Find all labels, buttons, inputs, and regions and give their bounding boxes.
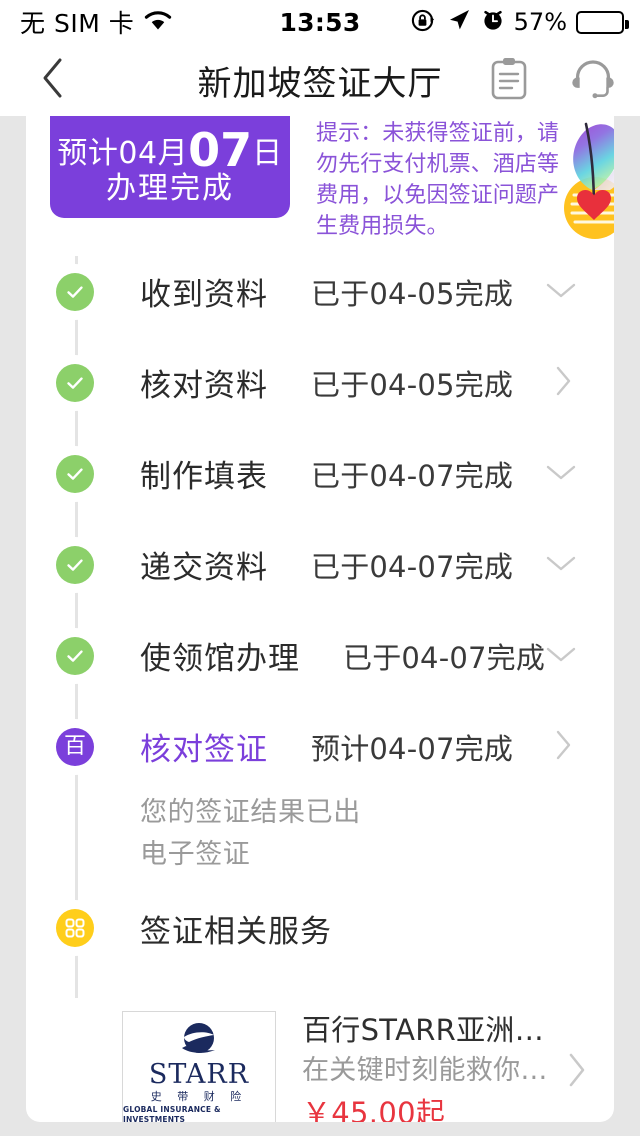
chevron-down-icon[interactable] <box>544 461 578 487</box>
step-status: 已于04-05完成 <box>311 367 514 402</box>
step-marker <box>52 450 98 497</box>
status-bar-right: 57% <box>410 7 629 38</box>
eta-prefix: 预计04月 <box>57 136 189 171</box>
check-circle-icon <box>56 636 94 675</box>
check-circle-icon <box>56 272 94 311</box>
bai-badge-label: 百 <box>63 733 86 759</box>
timeline-step[interactable]: 制作填表 已于04-07完成 <box>26 428 614 519</box>
check-circle-icon <box>56 454 94 493</box>
current-step-note: 您的签证结果已出 电子签证 <box>26 792 614 876</box>
step-status: 预计04-07完成 <box>311 731 514 766</box>
chevron-down-icon[interactable] <box>544 279 578 305</box>
eta-day: 07 <box>188 123 253 177</box>
step-marker <box>52 541 98 588</box>
timeline-step[interactable]: 核对资料 已于04-05完成 <box>26 337 614 428</box>
step-marker <box>52 359 98 406</box>
rotation-lock-icon <box>410 7 437 38</box>
product-price: ￥45.00起 <box>302 1096 446 1122</box>
status-banner: 预计04月07日 办理完成 提示：未获得签证前，请勿先行支付机票、酒店等费用，以… <box>26 116 614 246</box>
nav-bar: 新加坡签证大厅 <box>0 44 640 116</box>
bai-badge-icon: 百 <box>56 727 94 766</box>
grid-four-icon <box>56 909 94 947</box>
product-logo: STARR 史 带 财 险 GLOBAL INSURANCE & INVESTM… <box>122 1011 276 1122</box>
product-logo-word: STARR <box>148 1058 250 1090</box>
battery-percent-label: 57% <box>513 8 567 36</box>
product-card[interactable]: STARR 史 带 财 险 GLOBAL INSURANCE & INVESTM… <box>26 1002 614 1122</box>
step-status: 已于04-07完成 <box>311 549 514 584</box>
product-name: 百行STARR亚洲… <box>302 1013 545 1047</box>
product-logo-tagline: GLOBAL INSURANCE & INVESTMENTS <box>123 1104 221 1123</box>
tip-text: 提示：未获得签证前，请勿先行支付机票、酒店等费用，以免因签证问题产生费用损失。 <box>316 121 560 239</box>
order-button[interactable] <box>486 57 532 103</box>
step-marker <box>52 632 98 679</box>
alarm-clock-icon <box>481 8 505 36</box>
timeline-step[interactable]: 使领馆办理 已于04-07完成 <box>26 610 614 701</box>
timeline-step-current[interactable]: 百 核对签证 预计04-07完成 <box>26 701 614 792</box>
note-line-2: 电子签证 <box>140 839 251 870</box>
step-name: 制作填表 <box>140 459 268 495</box>
timeline-step[interactable]: 收到资料 已于04-05完成 <box>26 246 614 337</box>
step-name: 核对资料 <box>140 368 268 404</box>
check-circle-icon <box>56 363 94 402</box>
battery-icon <box>576 10 629 34</box>
product-logo-cn: 史 带 财 险 <box>150 1089 248 1103</box>
app-screen: 无 SIM 卡 13:53 57% 新加坡签证大厅 预计04月07日 办理完成 … <box>0 0 640 1136</box>
headset-icon <box>570 55 616 105</box>
product-info: 百行STARR亚洲… 在关键时刻能救你… ￥45.00起 <box>302 1010 550 1122</box>
step-name: 使领馆办理 <box>140 641 300 677</box>
note-line-1: 您的签证结果已出 <box>140 797 361 828</box>
timeline-step[interactable]: 递交资料 已于04-07完成 <box>26 519 614 610</box>
content-card: 预计04月07日 办理完成 提示：未获得签证前，请勿先行支付机票、酒店等费用，以… <box>26 116 614 1122</box>
product-desc: 在关键时刻能救你… <box>302 1055 548 1086</box>
step-name: 递交资料 <box>140 550 268 586</box>
step-name: 核对签证 <box>140 732 268 768</box>
step-name: 收到资料 <box>140 277 268 313</box>
location-arrow-icon <box>446 7 472 37</box>
eta-suffix: 日 <box>252 136 283 171</box>
progress-timeline: 收到资料 已于04-05完成 核对资料 已于04-05完成 制作填表 已于04-… <box>26 246 614 998</box>
step-marker <box>52 905 98 951</box>
feather-heart-icon <box>548 116 614 242</box>
eta-badge-line1: 预计04月07日 <box>57 127 283 173</box>
check-circle-icon <box>56 545 94 584</box>
chevron-down-icon[interactable] <box>544 643 578 669</box>
step-status: 已于04-07完成 <box>311 458 514 493</box>
step-marker: 百 <box>52 723 98 770</box>
related-services-title: 签证相关服务 <box>140 913 332 950</box>
customer-service-button[interactable] <box>570 57 616 103</box>
eta-badge: 预计04月07日 办理完成 <box>50 116 290 218</box>
clipboard-icon <box>488 55 530 105</box>
step-marker <box>52 268 98 315</box>
chevron-right-icon[interactable] <box>564 1051 588 1093</box>
status-bar: 无 SIM 卡 13:53 57% <box>0 0 640 44</box>
chevron-right-icon[interactable] <box>552 364 574 402</box>
nav-actions <box>486 57 616 103</box>
step-status: 已于04-07完成 <box>343 640 546 675</box>
starr-mark-icon <box>182 1022 215 1053</box>
related-services-row[interactable]: 签证相关服务 <box>26 876 614 980</box>
eta-badge-line2: 办理完成 <box>106 171 234 206</box>
step-status: 已于04-05完成 <box>311 276 514 311</box>
chevron-right-icon[interactable] <box>552 728 574 766</box>
chevron-down-icon[interactable] <box>544 552 578 578</box>
